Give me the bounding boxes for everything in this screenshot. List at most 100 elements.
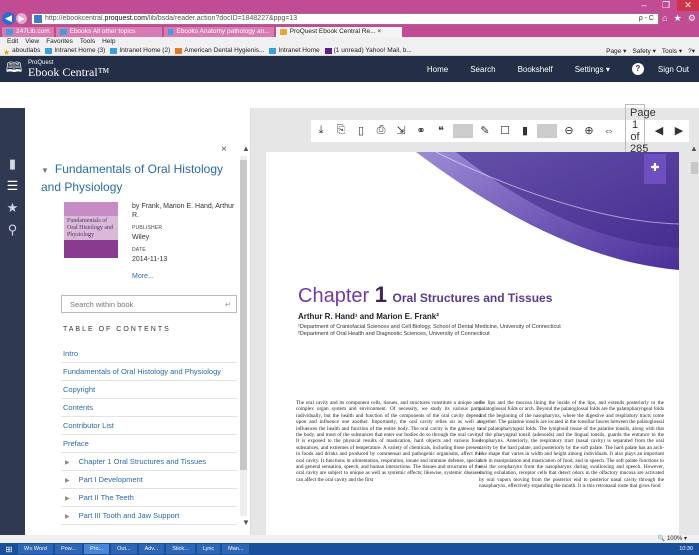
menu-tools[interactable]: Tools (80, 38, 95, 45)
favorite-yahoo-mail[interactable]: (1 unread) Yahoo! Mail, b... (324, 47, 412, 54)
download-icon[interactable]: ⤓ (311, 124, 331, 137)
url-text[interactable]: http://ebookcentral.proquest.com/lib/bsd… (45, 15, 635, 22)
address-bar-row: ◀ ▶ http://ebookcentral.proquest.com/lib… (0, 11, 699, 26)
expand-triangle-icon[interactable]: ▶ (65, 508, 70, 524)
cover-title: Fundamentals of Oral Histology and Physi… (67, 218, 113, 238)
back-button[interactable]: ◀ (2, 12, 15, 25)
nav-bookshelf[interactable]: Bookshelf (518, 65, 553, 74)
favorite-intranet-2[interactable]: Intranet Home (2) (110, 47, 170, 54)
toc-item[interactable]: Contributor List (61, 417, 237, 435)
print-icon[interactable]: ⎙ (371, 124, 391, 137)
taskbar-ie[interactable]: Pro... (83, 544, 110, 554)
open-book-icon[interactable]: 🕮 (0, 57, 28, 81)
toc-list-icon[interactable]: ☰ (0, 178, 25, 200)
zoom-in-icon[interactable]: ⊕ (579, 124, 599, 137)
favorite-adha[interactable]: American Dental Hygienis... (175, 47, 264, 54)
sidebar-scroll-up[interactable]: ▲ (242, 144, 250, 153)
page-menu[interactable]: Page ▾ (606, 47, 626, 55)
link-icon[interactable]: ⚭ (411, 124, 431, 137)
prev-page-button[interactable]: ◀ (649, 124, 669, 137)
chapter-heading: Chapter 1 Oral Structures and Tissues (298, 282, 553, 307)
expand-triangle-icon[interactable]: ▶ (65, 454, 70, 470)
search-icon[interactable]: ⚲ (0, 222, 25, 244)
bookmark-star-icon[interactable]: ★ (0, 200, 25, 222)
book-details-icon[interactable]: ▮ (0, 156, 25, 178)
bookmark-icon[interactable]: ▮ (515, 124, 535, 137)
taskbar-outlook[interactable]: Out... (111, 544, 137, 554)
page-indicator[interactable]: Page 1 of 285 (625, 103, 656, 158)
toc-item-expandable[interactable]: ▶ Part II The Teeth (61, 489, 237, 507)
more-link[interactable]: More... (132, 272, 242, 281)
tab-close-icon[interactable]: × (377, 27, 381, 37)
taskbar-lync[interactable]: Lync (196, 544, 221, 554)
taskbar-powerpoint[interactable]: Pow... (54, 544, 82, 554)
brand-logo[interactable]: ProQuest Ebook Central™ (28, 60, 109, 78)
toc-item-expandable[interactable]: ▶ Part III Tooth and Jaw Support (61, 507, 237, 525)
reader-scrollbar[interactable]: ▲ (689, 144, 699, 535)
share-icon[interactable]: ⇲ (391, 124, 411, 137)
restore-button[interactable]: ❐ (655, 0, 677, 11)
tab-247lib[interactable]: 247Lib.com (2, 27, 54, 37)
tab-ebooks-other[interactable]: Ebooks All other topics (55, 27, 162, 37)
menu-view[interactable]: View (25, 38, 39, 45)
expand-triangle-icon[interactable]: ▶ (65, 472, 70, 488)
close-window-button[interactable]: ✕ (677, 0, 699, 11)
sidebar-scroll-down[interactable]: ▼ (242, 518, 250, 527)
taskbar-manager[interactable]: Man... (222, 544, 250, 554)
book-title[interactable]: ▼ Fundamentals of Oral Histology and Phys… (41, 161, 236, 195)
toc-item-expandable[interactable]: ▶ Chapter 1 Oral Structures and Tissues (61, 453, 237, 471)
close-sidebar-icon[interactable]: × (221, 144, 227, 155)
tools-menu[interactable]: Tools ▾ (662, 47, 682, 55)
nav-search[interactable]: Search (470, 65, 495, 74)
pdf-icon[interactable]: ▯ (351, 124, 371, 137)
system-clock[interactable]: 10:30 (679, 546, 699, 552)
app-header: 🕮 ProQuest Ebook Central™ Home Search Bo… (0, 56, 699, 82)
fit-width-icon[interactable]: ⇔ (599, 125, 619, 137)
zoom-level[interactable]: 🔍 100% ▾ (658, 536, 687, 542)
help-icon[interactable]: ? (631, 63, 644, 75)
safety-menu[interactable]: Safety ▾ (632, 47, 656, 55)
taskbar-sticky[interactable]: Stick... (166, 544, 195, 554)
copy-icon[interactable]: ⎘ (331, 124, 351, 137)
home-icon[interactable]: ⌂ (662, 13, 667, 24)
address-bar[interactable]: http://ebookcentral.proquest.com/lib/bsd… (31, 12, 659, 25)
toc-item[interactable]: Preface (61, 435, 237, 453)
toc-item[interactable]: Copyright (61, 381, 237, 399)
taskbar-word[interactable]: W≡ Word (18, 544, 53, 554)
expand-triangle-icon[interactable]: ▶ (65, 490, 70, 506)
toc-item[interactable]: Fundamentals of Oral Histology and Physi… (61, 363, 237, 381)
help-menu[interactable]: ?▾ (688, 47, 695, 55)
menu-favorites[interactable]: Favorites (46, 38, 73, 45)
settings-gear-icon[interactable]: ⚙ (688, 13, 696, 24)
toc-item[interactable]: Contents (61, 399, 237, 417)
menu-edit[interactable]: Edit (7, 38, 18, 45)
favorite-aboutlabs[interactable]: ★ aboutlabs (3, 47, 40, 55)
favorite-intranet[interactable]: Intranet Home (269, 47, 320, 54)
enter-icon[interactable]: ↵ (220, 300, 236, 309)
reader-scroll-thumb[interactable] (691, 162, 698, 174)
add-to-bookshelf-button[interactable]: ✚ (644, 154, 666, 184)
search-within-book-input[interactable] (70, 299, 220, 309)
taskbar-acrobat[interactable]: Adv... (138, 544, 165, 554)
favorites-star-icon[interactable]: ★ (674, 13, 682, 24)
reader-scroll-up[interactable]: ▲ (689, 144, 699, 153)
tab-proquest[interactable]: ProQuest Ebook Central Re... × (275, 27, 402, 37)
highlight-icon[interactable]: ✎ (475, 124, 495, 137)
book-authors: by Frank, Marion E. Hand, Arthur R. (132, 203, 235, 219)
forward-button[interactable]: ▶ (16, 13, 27, 24)
nav-home[interactable]: Home (427, 65, 448, 74)
favorite-intranet-3[interactable]: Intranet Home (3) (45, 47, 105, 54)
cite-icon[interactable]: ❝ (431, 124, 451, 137)
search-refresh-icon[interactable]: ρ - C (635, 15, 658, 22)
minimize-button[interactable]: – (633, 0, 655, 11)
tab-ebooks-anatomy[interactable]: Ebooks Anatomy pathology an... (163, 27, 274, 37)
nav-settings[interactable]: Settings ▾ (575, 65, 610, 74)
sign-out-link[interactable]: Sign Out (658, 65, 689, 74)
next-page-button[interactable]: ▶ (669, 124, 689, 137)
toc-item-expandable[interactable]: ▶ Part I Development (61, 471, 237, 489)
note-icon[interactable]: ☐ (495, 124, 515, 137)
zoom-out-icon[interactable]: ⊖ (559, 124, 579, 137)
toc-item[interactable]: Intro (61, 345, 237, 363)
menu-help[interactable]: Help (102, 38, 115, 45)
windows-start-icon[interactable]: ⊞ (0, 545, 18, 554)
